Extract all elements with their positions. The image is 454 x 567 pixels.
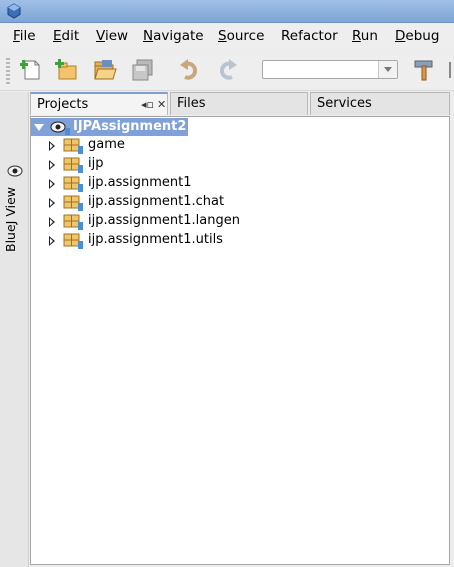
new-project-icon[interactable]	[55, 58, 79, 82]
redo-icon[interactable]	[215, 58, 239, 82]
collapse-toggle-icon[interactable]	[49, 198, 55, 208]
tree-package-row[interactable]: ijp	[31, 155, 231, 174]
expand-toggle-icon[interactable]	[34, 124, 44, 131]
package-icon	[63, 233, 83, 249]
projects-panel: IJPAssignment2 game ijp ijp.assignment1 …	[30, 116, 450, 565]
open-project-icon[interactable]	[93, 58, 117, 82]
save-all-icon[interactable]	[131, 58, 155, 82]
tree-package-row[interactable]: ijp.assignment1.chat	[31, 193, 271, 212]
left-sidebar: BlueJ View	[0, 92, 29, 567]
menu-edit[interactable]: Edit	[53, 28, 79, 44]
menu-debug[interactable]: Debug	[395, 28, 439, 44]
menu-view[interactable]: View	[96, 28, 128, 44]
build-hammer-icon[interactable]	[412, 58, 436, 82]
chevron-down-icon[interactable]	[378, 61, 397, 78]
window-title-bar[interactable]	[0, 0, 454, 23]
package-icon	[63, 195, 83, 211]
tree-package-row[interactable]: ijp.assignment1.utils	[31, 231, 271, 250]
package-icon	[63, 138, 83, 154]
close-icon[interactable]: ✕	[157, 98, 166, 111]
package-icon	[63, 214, 83, 230]
menu-file[interactable]: File	[13, 28, 36, 44]
project-icon	[50, 121, 70, 135]
collapse-toggle-icon[interactable]	[49, 236, 55, 246]
menu-run[interactable]: Run	[352, 28, 378, 44]
project-name: IJPAssignment2	[73, 119, 187, 134]
bluej-view-icon[interactable]	[7, 164, 23, 178]
toolbar-grip[interactable]	[6, 58, 10, 84]
collapse-toggle-icon[interactable]	[49, 160, 55, 170]
new-file-icon[interactable]	[20, 58, 44, 82]
tab-projects[interactable]: Projects ◂▫ ✕	[30, 92, 168, 115]
package-icon	[63, 157, 83, 173]
toolbar-overflow[interactable]	[446, 58, 454, 82]
minimize-window-icon[interactable]: ◂▫	[141, 98, 154, 111]
netbeans-app-icon	[7, 3, 21, 19]
collapse-toggle-icon[interactable]	[49, 179, 55, 189]
menu-bar: File Edit View Navigate Source Refactor …	[0, 23, 454, 48]
project-configuration-combo[interactable]	[262, 60, 398, 79]
tree-package-row[interactable]: ijp.assignment1.langen	[31, 212, 271, 231]
tab-files[interactable]: Files	[170, 92, 308, 115]
menu-source[interactable]: Source	[218, 28, 264, 44]
tab-services[interactable]: Services	[310, 92, 450, 115]
collapse-toggle-icon[interactable]	[49, 217, 55, 227]
tree-package-row[interactable]: game	[31, 136, 231, 155]
undo-icon[interactable]	[178, 58, 202, 82]
sidebar-tab-bluej-view[interactable]: BlueJ View	[3, 187, 18, 252]
menu-refactor[interactable]: Refactor	[281, 28, 338, 44]
package-icon	[63, 176, 83, 192]
menu-navigate[interactable]: Navigate	[143, 28, 204, 44]
collapse-toggle-icon[interactable]	[49, 141, 55, 151]
tree-package-row[interactable]: ijp.assignment1	[31, 174, 251, 193]
explorer-tabs: Projects ◂▫ ✕ Files Services	[30, 92, 450, 116]
tree-root-project[interactable]: IJPAssignment2	[31, 118, 188, 136]
